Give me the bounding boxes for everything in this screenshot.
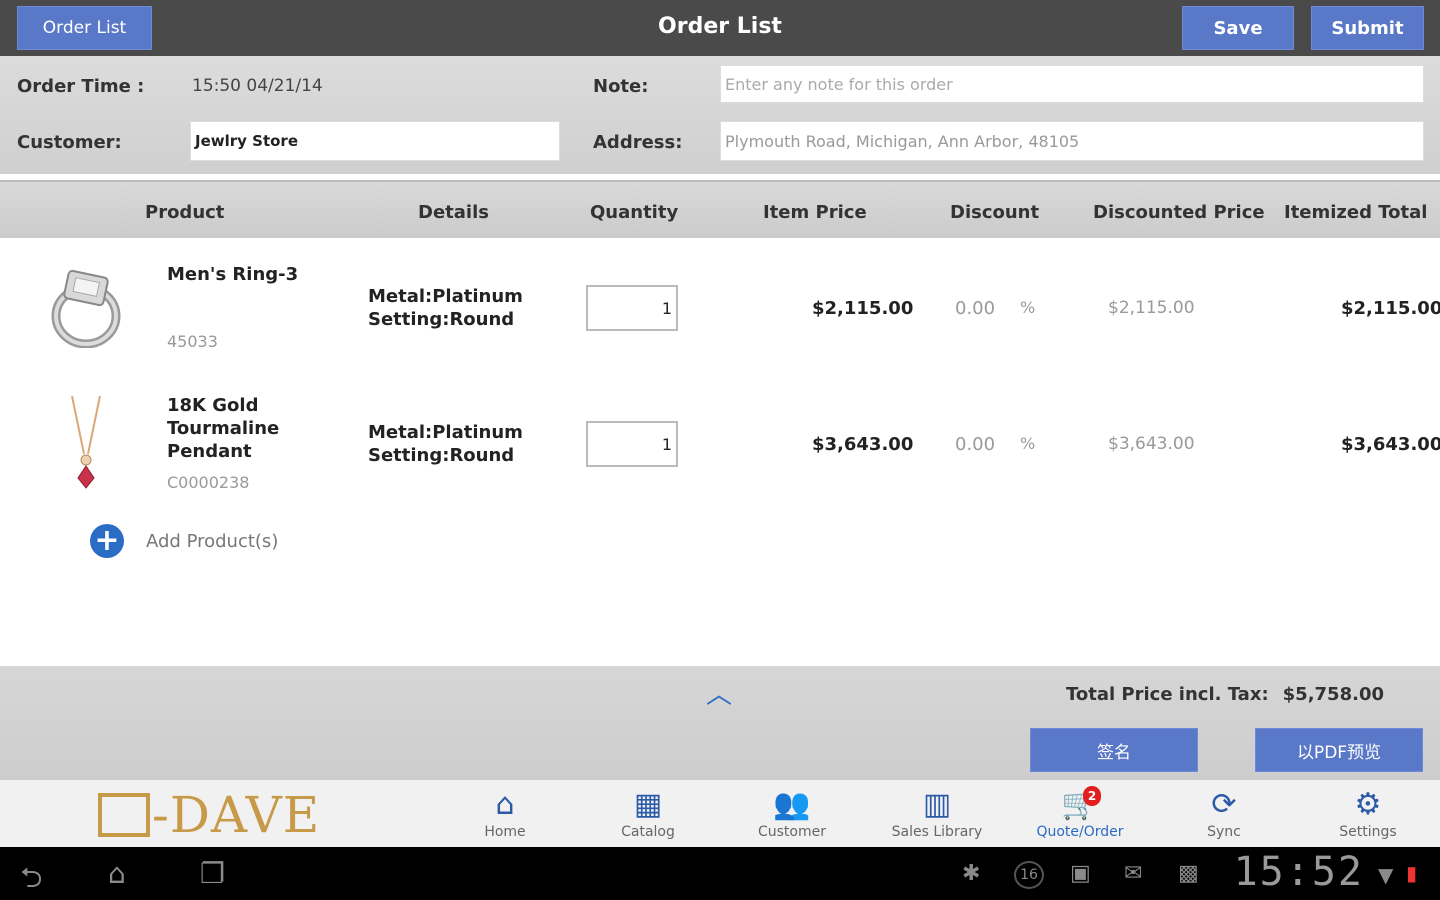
sync-icon: ⟳ xyxy=(1211,786,1237,822)
chevron-up-icon[interactable]: ︿ xyxy=(706,674,732,711)
bottom-nav: -DAVE ⌂ Home ▦ Catalog 👥 Customer ▥ Sale… xyxy=(0,780,1440,847)
itemized-total: $2,115.00 xyxy=(1341,298,1440,319)
product-details-setting: Setting:Round xyxy=(368,445,515,466)
quantity-input[interactable]: 1 xyxy=(586,421,678,467)
nav-customer[interactable]: 👥 Customer xyxy=(737,784,847,841)
notification-count-icon: 16 xyxy=(1014,861,1044,889)
quantity-input[interactable]: 1 xyxy=(586,285,678,331)
debug-icon: ✱ xyxy=(962,861,981,886)
nav-home[interactable]: ⌂ Home xyxy=(450,784,560,841)
product-details-metal: Metal:Platinum xyxy=(368,286,523,307)
cart-badge: 2 xyxy=(1083,786,1101,806)
product-sku: C0000238 xyxy=(167,473,250,492)
total-value: $5,758.00 xyxy=(1282,684,1384,705)
mail-icon: ✉ xyxy=(1124,861,1143,886)
total-label: Total Price incl. Tax: xyxy=(1065,684,1269,705)
pdf-preview-button[interactable]: 以PDF预览 xyxy=(1255,728,1423,772)
note-label: Note: xyxy=(593,76,649,97)
item-price: $2,115.00 xyxy=(812,298,914,319)
nav-sales-library-label: Sales Library xyxy=(891,824,983,840)
save-button[interactable]: Save xyxy=(1182,6,1294,50)
discounted-price: $3,643.00 xyxy=(1108,434,1195,454)
android-system-bar: ⮌ ⌂ ❐ ✱ 16 ▣ ✉ ▩ 15:52 ▼ ▮ xyxy=(0,847,1440,900)
order-time-label: Order Time : xyxy=(17,76,145,97)
back-icon[interactable]: ⮌ xyxy=(20,857,42,900)
discount-input[interactable]: 0.00 xyxy=(955,298,995,319)
gear-icon: ⚙ xyxy=(1354,786,1382,822)
submit-button[interactable]: Submit xyxy=(1311,6,1424,50)
nav-customer-label: Customer xyxy=(757,824,826,840)
header-item-price: Item Price xyxy=(763,202,867,223)
nav-catalog-label: Catalog xyxy=(621,824,675,840)
header-product: Product xyxy=(145,202,225,223)
discount-unit: % xyxy=(1020,298,1036,317)
table-header: Product Details Quantity Item Price Disc… xyxy=(0,180,1440,238)
customer-input[interactable]: Jewlry Store xyxy=(190,121,560,161)
order-form: Order Time : 15:50 04/21/14 Note: Enter … xyxy=(0,56,1440,174)
ring-product-image xyxy=(51,269,121,348)
item-price: $3,643.00 xyxy=(812,434,914,455)
product-sku: 45033 xyxy=(167,332,218,351)
briefcase-icon: ▣ xyxy=(1070,861,1091,886)
top-bar: Order List Order List Save Submit xyxy=(0,0,1440,56)
pendant-product-image xyxy=(71,395,101,489)
wifi-icon: ▼ xyxy=(1378,863,1394,887)
nav-quote-order[interactable]: 🛒 2 Quote/Order xyxy=(1025,784,1135,840)
product-name: 18K Gold Tourmaline Pendant xyxy=(167,395,280,462)
sign-button[interactable]: 签名 xyxy=(1030,728,1198,772)
product-details-metal: Metal:Platinum xyxy=(368,422,523,443)
header-discount: Discount xyxy=(950,202,1040,223)
add-products-label: Add Product(s) xyxy=(146,530,279,552)
address-input[interactable]: Plymouth Road, Michigan, Ann Arbor, 4810… xyxy=(720,121,1424,161)
nav-sync[interactable]: ⟳ Sync xyxy=(1169,784,1279,841)
catalog-icon: ▦ xyxy=(633,786,663,822)
note-input[interactable]: Enter any note for this order xyxy=(720,65,1424,103)
home-nav-icon[interactable]: ⌂ xyxy=(108,857,126,890)
home-icon: ⌂ xyxy=(495,786,515,822)
dave-logo: -DAVE xyxy=(98,786,320,844)
product-name: Men's Ring-3 xyxy=(167,264,299,285)
table-row[interactable]: 18K Gold Tourmaline Pendant C0000238 Met… xyxy=(0,380,1440,510)
recent-apps-icon[interactable]: ❐ xyxy=(200,857,225,890)
nav-home-label: Home xyxy=(484,824,526,840)
header-discounted-price: Discounted Price xyxy=(1093,202,1265,223)
discounted-price: $2,115.00 xyxy=(1108,298,1195,318)
total-price: Total Price incl. Tax: $5,758.00 xyxy=(1066,684,1384,705)
gallery-icon: ▩ xyxy=(1178,861,1199,886)
header-itemized-total: Itemized Total xyxy=(1284,202,1428,223)
add-products-button[interactable]: + Add Product(s) xyxy=(90,524,278,558)
battery-icon: ▮ xyxy=(1406,861,1418,885)
header-details: Details xyxy=(418,202,489,223)
library-icon: ▥ xyxy=(922,786,952,822)
plus-icon: + xyxy=(90,524,124,558)
header-quantity: Quantity xyxy=(590,202,679,223)
nav-settings-label: Settings xyxy=(1339,824,1397,840)
order-summary-panel: ︿ Total Price incl. Tax: $5,758.00 签名 以PD… xyxy=(0,666,1440,780)
discount-unit: % xyxy=(1020,434,1036,453)
itemized-total: $3,643.00 xyxy=(1341,434,1440,455)
address-label: Address: xyxy=(593,132,683,153)
product-details-setting: Setting:Round xyxy=(368,309,515,330)
table-row[interactable]: Men's Ring-3 45033 Metal:Platinum Settin… xyxy=(0,240,1440,370)
cart-icon: 🛒 xyxy=(1061,786,1099,822)
nav-settings[interactable]: ⚙ Settings xyxy=(1313,784,1423,841)
customer-label: Customer: xyxy=(17,132,122,153)
nav-quote-order-label: Quote/Order xyxy=(1036,824,1124,840)
customer-icon: 👥 xyxy=(773,786,811,822)
nav-sync-label: Sync xyxy=(1207,824,1241,840)
nav-catalog[interactable]: ▦ Catalog xyxy=(593,784,703,841)
order-time-value: 15:50 04/21/14 xyxy=(192,76,323,96)
clock: 15:52 xyxy=(1233,849,1364,895)
nav-sales-library[interactable]: ▥ Sales Library xyxy=(882,784,992,841)
discount-input[interactable]: 0.00 xyxy=(955,434,995,455)
